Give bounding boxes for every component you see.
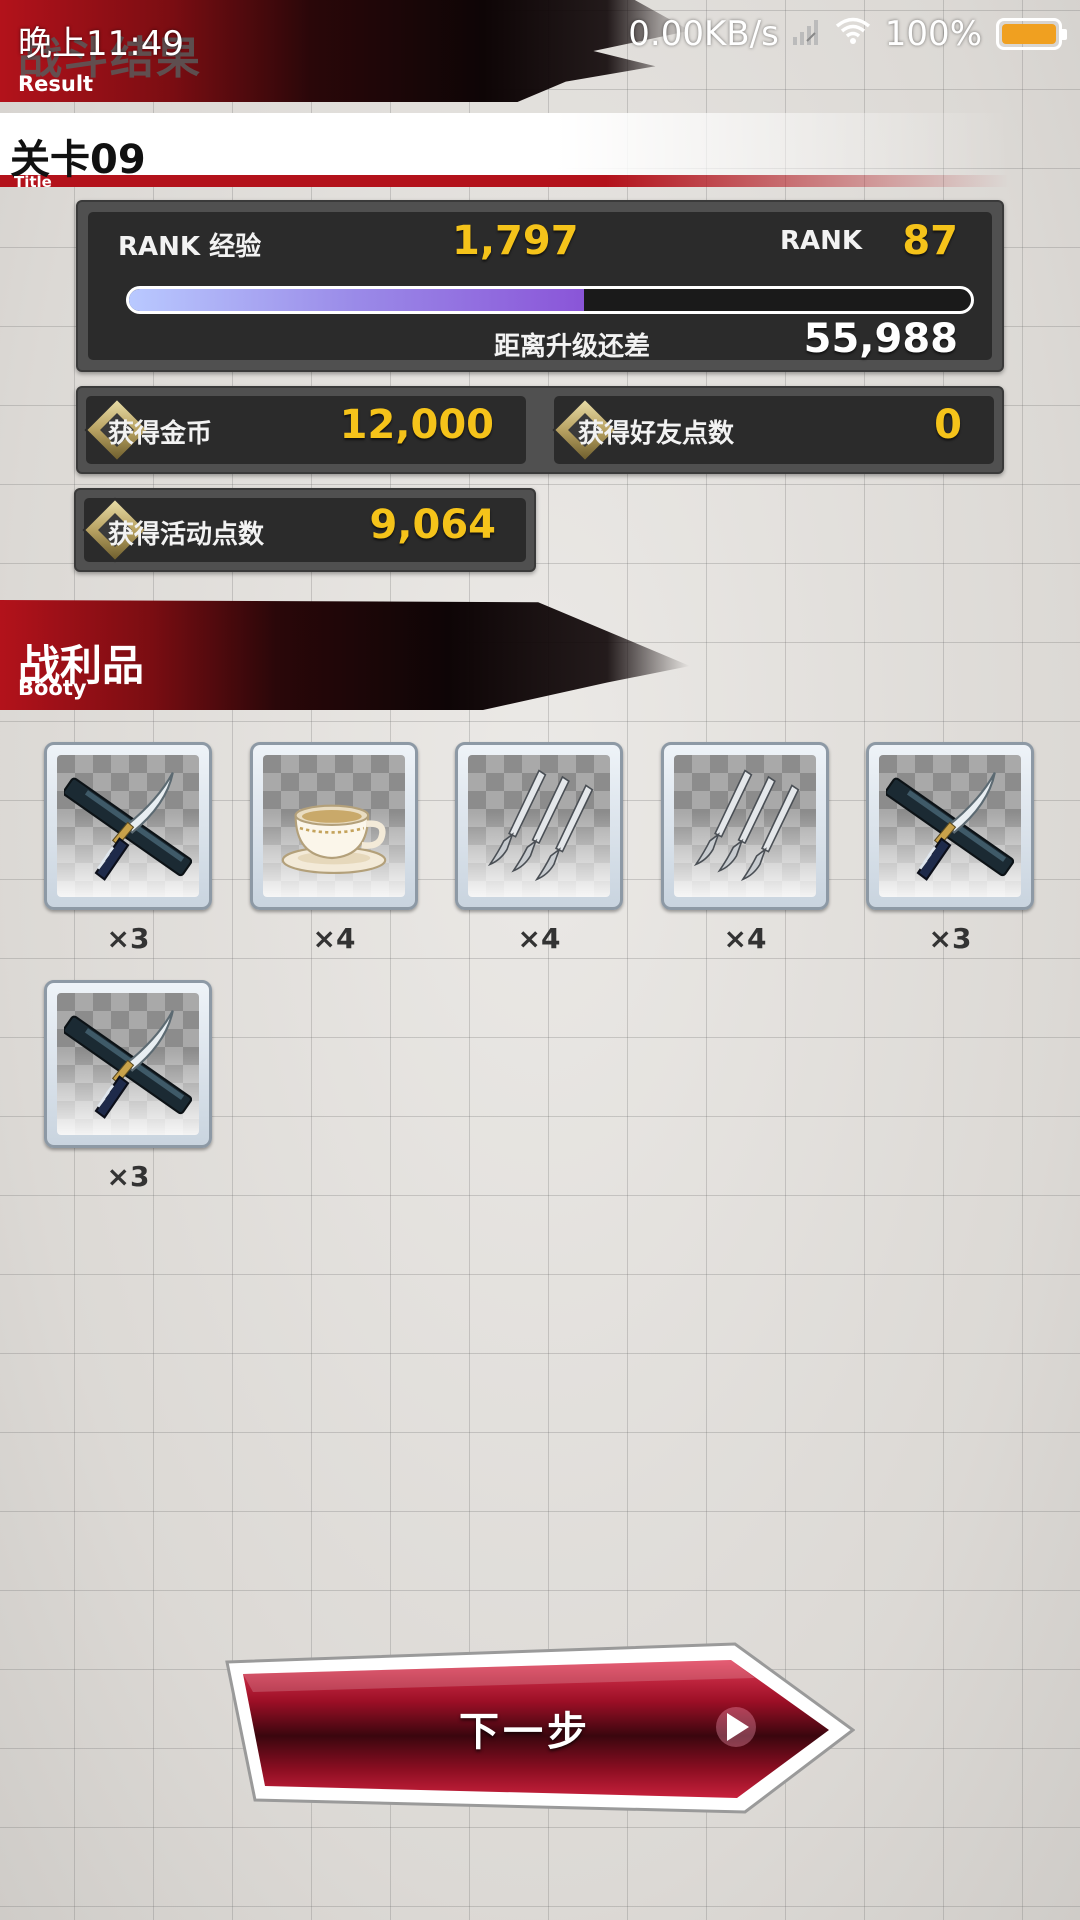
item-count: ×3 [106,1160,150,1193]
event-points-value: 9,064 [369,502,496,548]
next-step-label: 下一步 [459,1708,591,1755]
stage-title-underline [0,175,1010,187]
booty-item[interactable]: ×3 [44,742,212,955]
exp-progress-bar [126,286,974,314]
friend-points-box: 获得好友点数 0 [552,396,994,464]
crossed-swords-icon [64,1000,192,1128]
item-tile[interactable] [44,980,212,1148]
rank-panel-inner: RANK 经验 1,797 RANK 87 距离升级还差 55,988 [88,212,992,362]
remaining-label: 距离升级还差 [494,332,651,362]
signal-icon [792,14,821,54]
item-tile[interactable] [866,742,1034,910]
booty-item[interactable]: ×3 [866,742,1034,955]
rank-panel: RANK 经验 1,797 RANK 87 距离升级还差 55,988 [76,200,1004,372]
remaining-value: 55,988 [803,316,958,362]
reward-points-panel: 获得金币 12,000 获得好友点数 0 [76,386,1004,474]
teacup-icon [270,762,398,890]
item-count: ×3 [928,922,972,955]
stage-title-bar [0,113,1010,175]
event-points-box: 获得活动点数 9,064 [82,497,526,563]
wifi-icon [835,14,871,54]
item-tile[interactable] [455,742,623,910]
stage-subtitle: Title [14,173,52,191]
rank-label: RANK [780,226,863,256]
item-count: ×4 [723,922,767,955]
friend-points-value: 0 [934,402,962,448]
booty-item[interactable]: ×4 [250,742,418,955]
battery-level [1002,24,1056,44]
crossed-swords-icon [886,762,1014,890]
booty-item[interactable]: ×4 [661,742,829,955]
battery-icon [996,18,1067,50]
item-count: ×4 [312,922,356,955]
event-points-label: 获得活动点数 [108,520,265,550]
friend-points-label: 获得好友点数 [578,419,735,449]
rank-exp-label: RANK 经验 [118,232,262,262]
item-tile[interactable] [250,742,418,910]
scalpels-icon [475,762,603,890]
booty-subtitle: Booty [18,676,87,700]
booty-item[interactable]: ×3 [44,980,212,1193]
item-count: ×4 [517,922,561,955]
crossed-swords-icon [64,762,192,890]
gold-box: 获得金币 12,000 [84,396,526,464]
status-bar: 晚上11:49 0.00KB/s 100% [0,0,1080,75]
next-step-button[interactable]: 下一步 [225,1640,855,1815]
exp-progress-fill [129,289,584,311]
scalpels-icon [681,762,809,890]
rank-value: 87 [902,218,958,264]
gold-label: 获得金币 [108,419,213,449]
result-subtitle: Result [18,72,94,96]
item-tile[interactable] [44,742,212,910]
play-arrow-icon [716,1707,756,1747]
booty-item[interactable]: ×4 [455,742,623,955]
status-time: 晚上11:49 [18,24,184,64]
gold-value: 12,000 [339,402,494,448]
rank-exp-value: 1,797 [452,218,579,264]
battery-percent: 100% [884,14,982,54]
event-points-panel: 获得活动点数 9,064 [74,488,536,572]
status-right: 0.00KB/s 100% [628,14,1067,54]
network-speed: 0.00KB/s [628,14,779,54]
item-count: ×3 [106,922,150,955]
item-tile[interactable] [661,742,829,910]
